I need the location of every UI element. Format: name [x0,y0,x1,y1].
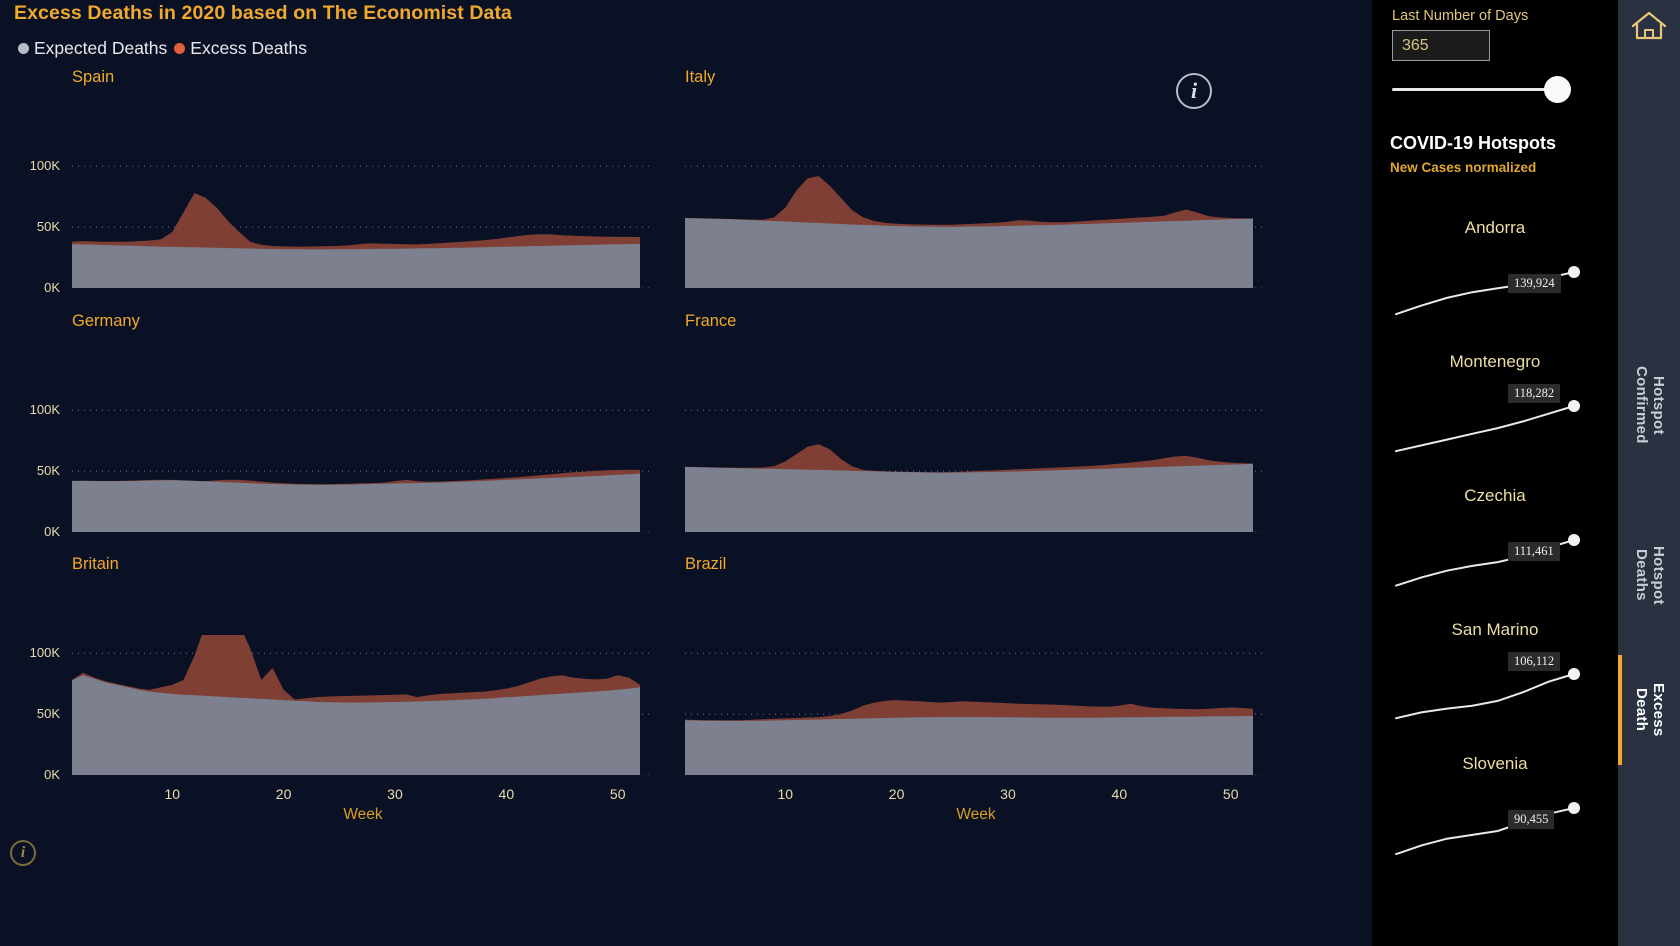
info-icon[interactable]: i [1176,73,1212,109]
expected-deaths-area [72,473,640,532]
expected-deaths-area [72,243,640,288]
info-icon-footer[interactable]: i [10,840,36,866]
info-glyph: i [1190,78,1198,103]
hotspot-value-label: 139,924 [1508,274,1561,293]
plot-area-germany [72,392,654,532]
last-number-of-days-input[interactable] [1392,30,1490,61]
hotspot-country-name: Slovenia [1462,754,1528,773]
nav-tab-hotspot-confirmed[interactable]: Hotspot Confirmed [1618,330,1680,480]
slider-track[interactable] [1392,88,1568,91]
y-axis-tick: 0K [44,280,60,295]
x-axis-tick: 50 [609,786,626,802]
hotspot-sparkline [1386,382,1604,468]
nav-rail: Hotspot Confirmed Hotspot Deaths Excess De… [1618,0,1680,946]
hotspot-country-name: Montenegro [1449,352,1541,371]
chart-legend: Expected Deaths Excess Deaths [18,38,307,59]
expected-deaths-area [685,463,1253,532]
y-axis-tick: 0K [44,767,60,782]
y-axis-tick: 50K [36,706,60,722]
legend-swatch-expected [18,43,29,54]
info-glyph-footer: i [20,844,26,861]
nav-tab-hotspot-deaths[interactable]: Hotspot Deaths [1618,520,1680,630]
expected-deaths-area [685,218,1253,288]
x-axis-tick: 50 [1222,786,1239,802]
y-axis-tick: 100K [29,402,60,418]
hotspots-sidebar: Last Number of Days COVID-19 Hotspots Ne… [1372,0,1618,946]
chart-panel-title: France [685,312,737,330]
expected-deaths-area [685,716,1253,775]
page-title: Excess Deaths in 2020 based on The Econo… [14,2,512,24]
hotspot-item[interactable]: Montenegro 118,282 [1372,340,1618,474]
y-axis-tick: 100K [29,645,60,661]
days-label: Last Number of Days [1392,8,1529,24]
x-axis-tick: 10 [164,786,181,802]
nav-tab-label: Excess Death [1633,683,1667,737]
legend-label-expected: Expected Deaths [34,38,168,58]
x-axis-tick: 10 [777,786,794,802]
hotspot-sparkline [1386,784,1604,870]
x-axis-tick: 40 [498,786,515,802]
nav-tab-label: Hotspot Deaths [1633,545,1667,605]
y-axis-tick: 50K [36,463,60,479]
excess-deaths-report: Excess Deaths in 2020 based on The Econo… [0,0,1372,946]
days-slider[interactable] [1392,76,1590,104]
plot-area-britain [72,635,654,775]
home-icon[interactable] [1629,8,1669,44]
chart-panel-title: Germany [72,312,140,330]
y-axis-tick: 100K [29,158,60,174]
hotspot-item[interactable]: Czechia 111,461 [1372,474,1618,608]
hotspot-sparkline [1386,650,1604,736]
hotspot-item[interactable]: San Marino 106,112 [1372,608,1618,742]
plot-area-italy [685,148,1267,288]
x-axis-tick: 20 [888,786,905,802]
hotspot-item[interactable]: Andorra 139,924 [1372,206,1618,340]
chart-panel-title: Brazil [685,555,727,573]
hotspot-country-name: San Marino [1451,620,1539,639]
hotspot-value-label: 118,282 [1508,384,1561,403]
hotspot-value-label: 106,112 [1508,652,1561,671]
y-axis-tick: 0K [44,524,60,539]
slider-handle[interactable] [1544,76,1571,103]
x-axis-tick: 30 [1000,786,1016,802]
hotspots-title: COVID-19 Hotspots [1390,133,1557,153]
plot-area-brazil [685,635,1267,775]
legend-label-excess: Excess Deaths [190,38,307,58]
legend-swatch-excess [174,43,186,54]
x-axis-tick: 20 [275,786,292,802]
hotspot-country-name: Czechia [1464,486,1526,505]
x-axis-tick: 40 [1111,786,1128,802]
chart-panel-title: Britain [72,555,119,573]
nav-tab-excess-death[interactable]: Excess Death [1618,655,1680,765]
chart-panel-title: Spain [72,68,115,86]
legend-item-excess: Excess Deaths [174,38,307,59]
y-axis-tick: 50K [36,219,60,235]
hotspots-subtitle: New Cases normalized [1390,160,1537,175]
legend-item-expected: Expected Deaths [18,38,167,59]
hotspot-item[interactable]: Slovenia 90,455 [1372,742,1618,876]
x-axis-label: Week [956,806,996,823]
plot-area-france [685,392,1267,532]
hotspot-sparkline [1386,248,1604,334]
x-axis-tick: 30 [387,786,403,802]
hotspot-sparkline [1386,516,1604,602]
hotspot-country-name: Andorra [1464,218,1526,237]
hotspot-value-label: 111,461 [1508,542,1560,561]
hotspot-value-label: 90,455 [1508,810,1555,829]
nav-tab-label: Hotspot Confirmed [1633,366,1667,444]
chart-panel-title: Italy [685,68,716,86]
hotspots-list: Andorra 139,924 Montenegro 118,282 Czechia 11… [1372,206,1618,876]
x-axis-label: Week [343,806,383,823]
plot-area-spain [72,148,654,288]
